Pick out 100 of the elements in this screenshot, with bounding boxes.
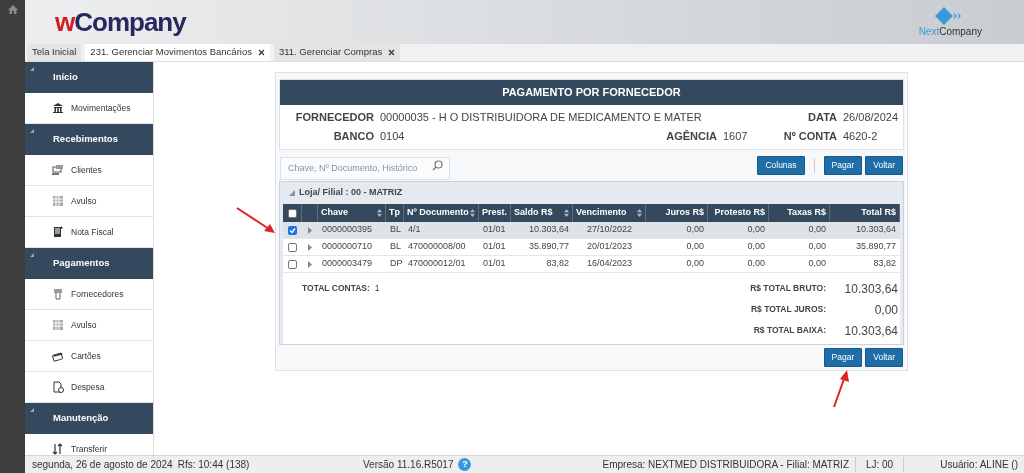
table-cell: BL (390, 223, 401, 237)
table-row[interactable]: 0000000710 BL 470000008/00 01/01 35.890,77 20/01/2023 0,00 0,00 0,00 35.890,77 (283, 239, 900, 256)
tab[interactable]: 231. Gerenciar Movimentos Bancários (85, 44, 270, 61)
total-value: 0,00 (873, 301, 898, 319)
table-cell: BL (390, 240, 401, 254)
company-logo: wCompany (55, 9, 186, 35)
annotation-arrow (235, 206, 277, 236)
sidebar-section-header[interactable]: Recebimentos (25, 124, 153, 155)
total-label: R$ TOTAL BAIXA: (753, 324, 826, 337)
expand-icon[interactable] (308, 260, 312, 268)
table-cell: 0000000710 (322, 240, 373, 254)
table-cell: 0000000395 (322, 223, 373, 237)
table-cell: 0,00 (747, 240, 765, 254)
table-cell: 01/01 (483, 240, 506, 254)
toolbar-button[interactable]: Colunas (757, 156, 805, 175)
field-label: DATA (807, 110, 837, 126)
sidebar-section-header[interactable]: Início (25, 62, 153, 93)
checkbox[interactable] (288, 259, 297, 269)
table-cell: 35.890,77 (528, 240, 569, 254)
field-value: 4620-2 (843, 129, 879, 145)
menu-item-icon (52, 195, 64, 207)
total-value: 1 (374, 282, 380, 295)
partner-logo: NextCompany (918, 7, 982, 37)
sidebar-section-header[interactable]: Pagamentos (25, 248, 153, 279)
table-cell: 0,00 (747, 257, 765, 271)
table-cell: 0,00 (686, 240, 704, 254)
corner-icon (30, 408, 34, 412)
menu-item-icon (52, 319, 64, 331)
status-date: segunda, 26 de agosto de 2024 (32, 458, 173, 472)
home-icon[interactable] (7, 5, 18, 14)
corner-icon (30, 67, 34, 71)
expand-icon[interactable] (308, 243, 312, 251)
tab[interactable]: Tela Inicial (27, 44, 82, 61)
menu-item-icon (52, 102, 64, 114)
table-cell: 83,82 (873, 257, 896, 271)
table-cell: 16/04/2023 (586, 257, 632, 271)
menu-item-icon (52, 164, 64, 176)
corner-icon (30, 253, 34, 257)
table-cell: 20/01/2023 (586, 240, 632, 254)
toolbar-button[interactable]: Pagar (823, 156, 863, 175)
total-label: TOTAL CONTAS: (302, 282, 370, 295)
sidebar-section-header[interactable]: Manutenção (25, 403, 153, 434)
sidebar-item[interactable]: Avulso (25, 186, 153, 217)
table-cell: 0,00 (808, 240, 826, 254)
tab[interactable]: 311. Gerenciar Compras (273, 44, 401, 61)
table-cell: 01/01 (483, 223, 506, 237)
menu-item-icon (52, 288, 64, 300)
table-cell: 10.303,64 (855, 223, 896, 237)
total-label: R$ TOTAL BRUTO: (750, 282, 826, 295)
table-cell: 01/01 (483, 257, 506, 271)
close-icon[interactable] (388, 49, 396, 56)
total-label: R$ TOTAL JUROS: (750, 303, 826, 316)
sort-icon[interactable] (564, 209, 569, 217)
table-cell: 470000012/01 (408, 257, 466, 271)
table-cell: 10.303,64 (528, 223, 569, 237)
field-value: 1607 (723, 129, 749, 145)
close-icon[interactable] (257, 49, 265, 56)
field-value: 0104 (380, 129, 406, 145)
status-user: Usuário: ALINE () (940, 458, 1018, 472)
footer-button[interactable]: Voltar (865, 348, 903, 367)
menu-item-icon (52, 226, 64, 238)
collapse-icon[interactable] (289, 190, 295, 196)
table-cell: 27/10/2022 (586, 223, 632, 237)
table-row[interactable]: 0000003479 DP 470000012/01 01/01 83,82 16/04/2023 0,00 0,00 0,00 83,82 (283, 256, 900, 273)
table-row[interactable]: 0000000395 BL 4/1 01/01 10.303,64 27/10/2022 0,00 0,00 0,00 10.303,64 (283, 222, 900, 239)
table-cell: 0,00 (686, 257, 704, 271)
status-store: LJ: 00 (865, 458, 894, 472)
search-icon[interactable] (432, 160, 443, 171)
expand-icon[interactable] (308, 226, 312, 234)
total-value: 10.303,64 (843, 280, 898, 298)
status-refresh: Rfs: 10:44 (138) (177, 458, 250, 472)
status-version: Versão 11.16.R5017 (363, 458, 454, 472)
panel-title: PAGAMENTO POR FORNECEDOR (280, 80, 903, 105)
table-cell: 83,82 (546, 257, 569, 271)
table-cell: 35.890,77 (855, 240, 896, 254)
table-cell: 0,00 (686, 223, 704, 237)
field-label: BANCO (332, 129, 374, 145)
menu-item-icon (52, 350, 64, 362)
sort-icon[interactable] (470, 209, 475, 217)
toolbar-button[interactable]: Voltar (865, 156, 903, 175)
checkbox[interactable] (288, 225, 297, 235)
search-field[interactable]: Chave, Nº Documento, Histórico (280, 156, 450, 180)
checkbox[interactable] (288, 242, 297, 252)
corner-icon (30, 129, 34, 133)
table-cell: 0000003479 (322, 257, 373, 271)
footer-button[interactable]: Pagar (823, 348, 863, 367)
sidebar-item[interactable]: Fornecedores (25, 279, 153, 310)
sidebar-item[interactable]: Clientes (25, 155, 153, 186)
table-cell: 0,00 (747, 223, 765, 237)
checkbox[interactable] (287, 208, 297, 218)
table-cell: 470000008/00 (408, 240, 466, 254)
sidebar-item[interactable]: Cartões (25, 341, 153, 372)
field-value: 00000035 - H O DISTRIBUIDORA DE MEDICAMENTO E MATER (380, 110, 703, 126)
sort-icon[interactable] (637, 209, 642, 217)
field-label: Nº CONTA (782, 129, 837, 145)
menu-item-icon (52, 381, 64, 393)
field-label: FORNECEDOR (294, 110, 374, 126)
sort-icon[interactable] (377, 209, 382, 217)
group-title: Loja/ Filial : 00 - MATRIZ (299, 186, 403, 200)
sidebar-item[interactable]: Avulso (25, 310, 153, 341)
